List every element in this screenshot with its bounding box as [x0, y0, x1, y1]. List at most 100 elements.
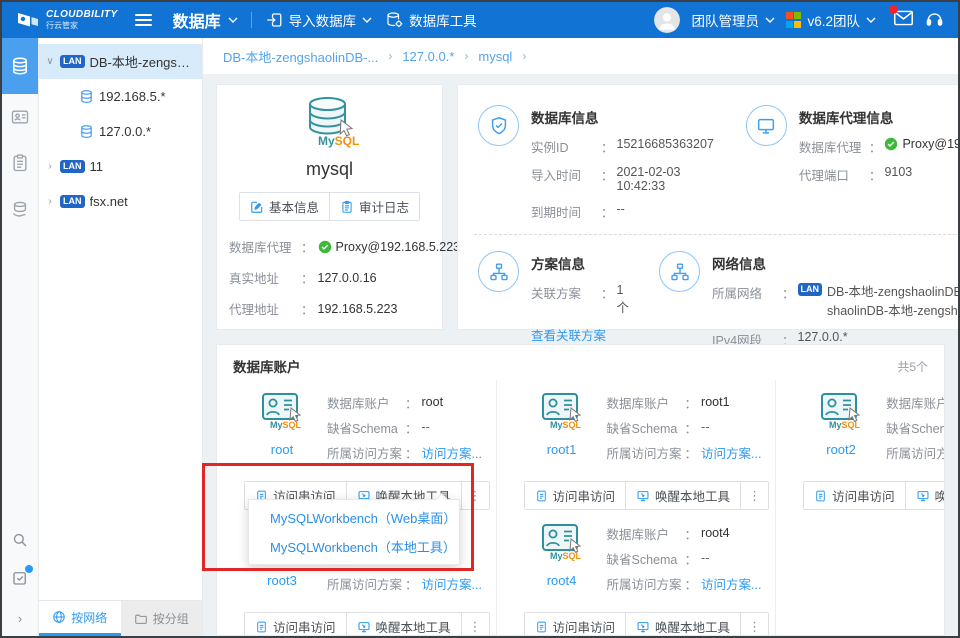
- account-actions: 访问串访问 唤醒本地工具 ⋮: [524, 612, 770, 635]
- sitemap-icon: [659, 251, 700, 292]
- tree-tabs: 按网络 按分组: [39, 600, 202, 636]
- database-icon: [79, 124, 94, 139]
- import-database-menu[interactable]: 导入数据库: [265, 10, 373, 30]
- caret-closed-icon[interactable]: ›: [45, 161, 55, 172]
- brand-logo[interactable]: CLOUDBILITY 行云管家: [16, 9, 118, 31]
- tree-node-fsx[interactable]: › LAN fsx.net: [39, 184, 202, 219]
- database-icon: [79, 89, 94, 104]
- audit-log-button[interactable]: 审计日志: [329, 193, 419, 220]
- lan-badge: LAN: [798, 283, 823, 296]
- tree-node-db-network[interactable]: ∨ LAN DB-本地-zengshaoli...: [39, 44, 202, 79]
- caret-open-icon[interactable]: ∨: [45, 56, 55, 67]
- proxy-value: Proxy@192.168.5.223: [902, 137, 958, 151]
- account-actions: 访问串访问 唤醒本地工具 ⋮: [244, 612, 490, 635]
- database-tools-icon: [385, 11, 403, 29]
- account-name[interactable]: root: [250, 442, 314, 457]
- wake-local-tool-button[interactable]: 唤醒本地工具: [905, 482, 944, 509]
- wake-local-tool-button[interactable]: 唤醒本地工具: [625, 613, 740, 635]
- edit-icon: [250, 200, 264, 214]
- more-actions-button[interactable]: ⋮: [461, 613, 489, 635]
- chevron-down-icon: [866, 17, 876, 23]
- shield-check-icon: [478, 105, 519, 146]
- more-actions-button[interactable]: ⋮: [740, 482, 768, 509]
- messages-button[interactable]: [893, 9, 914, 32]
- breadcrumb-subnet[interactable]: 127.0.0.*: [402, 49, 454, 64]
- mysql-account-icon: MySQL: [259, 392, 305, 430]
- team-label: v6.2团队: [807, 10, 860, 30]
- breadcrumb-network[interactable]: DB-本地-zengshaolinDB-...: [223, 47, 378, 66]
- account-name[interactable]: root3: [250, 573, 314, 588]
- user-avatar[interactable]: [654, 7, 680, 33]
- field-value: 192.168.5.223: [318, 302, 398, 316]
- status-ok-icon: [318, 240, 332, 254]
- account-name[interactable]: root4: [530, 573, 594, 588]
- user-role-menu[interactable]: 团队管理员: [691, 10, 775, 30]
- import-database-label: 导入数据库: [289, 10, 357, 30]
- tree-node-11[interactable]: › LAN 11: [39, 149, 202, 184]
- account-card-root1: MySQL root1 数据库账户：root1 缺省Schema：-- 所属访问…: [496, 380, 776, 511]
- feedback-button[interactable]: [2, 560, 38, 600]
- tab-by-network[interactable]: 按网络: [39, 601, 121, 636]
- basic-info-button[interactable]: 基本信息: [240, 193, 329, 220]
- breadcrumb-separator: ›: [464, 49, 468, 63]
- panel-db-info: 数据库信息 实例ID：15216685363207 导入时间：2021-02-0…: [458, 99, 726, 230]
- svg-text:MySQL: MySQL: [270, 420, 302, 430]
- account-name[interactable]: root1: [530, 442, 594, 457]
- hamburger-menu-icon[interactable]: [135, 14, 152, 26]
- app-window: CLOUDBILITY 行云管家 数据库 导入数据库 数据库工具 团队管理员: [0, 0, 960, 638]
- team-menu[interactable]: v6.2团队: [786, 10, 876, 30]
- audit-log-label: 审计日志: [359, 197, 409, 216]
- account-card-root: MySQL root 数据库账户：root 缺省Schema：-- 所属访问方案…: [217, 380, 496, 511]
- access-plan-link[interactable]: 访问方案...: [701, 443, 761, 462]
- tab-by-group[interactable]: 按分组: [121, 601, 203, 636]
- rail-item-databases[interactable]: [2, 38, 38, 94]
- lan-badge: LAN: [60, 160, 85, 173]
- tree-node-label: 192.168.5.*: [99, 89, 166, 104]
- team-grid-icon: [786, 12, 802, 28]
- database-hand-icon: [10, 199, 30, 219]
- tree-node-subnet-192[interactable]: 192.168.5.*: [39, 79, 202, 114]
- view-plans-link[interactable]: 查看关联方案: [531, 325, 606, 344]
- tool-dropdown-menu: MySQLWorkbench（Web桌面） MySQLWorkbench（本地工…: [248, 499, 460, 565]
- access-plan-link[interactable]: 访问方案...: [422, 443, 482, 462]
- nav-database-menu[interactable]: 数据库: [173, 8, 238, 32]
- proxy-field: 数据库代理 ： Proxy@192.168.5.223: [229, 237, 432, 256]
- account-name[interactable]: root2: [809, 442, 873, 457]
- svg-text:MySQL: MySQL: [550, 551, 582, 561]
- monitor-icon: [746, 105, 787, 146]
- user-role-label: 团队管理员: [691, 10, 759, 30]
- more-actions-button[interactable]: ⋮: [461, 482, 489, 509]
- database-overview-card: MySQL mysql 基本信息 审计日志: [216, 84, 443, 330]
- collapse-sidebar-button[interactable]: ›: [2, 600, 38, 636]
- access-string-button[interactable]: 访问串访问: [804, 482, 905, 509]
- folder-icon: [134, 612, 148, 626]
- rail-item-accounts[interactable]: [2, 94, 38, 140]
- menu-item-workbench-local[interactable]: MySQLWorkbench（本地工具）: [249, 532, 459, 561]
- rail-item-audit[interactable]: [2, 140, 38, 186]
- access-string-button[interactable]: 访问串访问: [525, 613, 626, 635]
- access-plan-link[interactable]: 访问方案...: [422, 574, 482, 593]
- account-value: root1: [701, 395, 730, 409]
- access-string-button[interactable]: 访问串访问: [245, 613, 346, 635]
- breadcrumb-database[interactable]: mysql: [478, 49, 512, 64]
- clipboard-icon: [10, 153, 30, 173]
- access-string-button[interactable]: 访问串访问: [525, 482, 626, 509]
- wake-local-tool-button[interactable]: 唤醒本地工具: [625, 482, 740, 509]
- more-actions-button[interactable]: ⋮: [740, 613, 768, 635]
- database-tools-menu[interactable]: 数据库工具: [385, 10, 477, 30]
- support-button[interactable]: [925, 9, 944, 32]
- rail-bottom: ›: [2, 520, 38, 636]
- local-tool-icon: [916, 489, 930, 503]
- search-button[interactable]: [2, 520, 38, 560]
- svg-text:MySQL: MySQL: [829, 420, 861, 430]
- menu-item-workbench-web[interactable]: MySQLWorkbench（Web桌面）: [249, 503, 459, 532]
- rail-item-db-service[interactable]: [2, 186, 38, 232]
- tree-node-subnet-127[interactable]: 127.0.0.*: [39, 114, 202, 149]
- caret-closed-icon[interactable]: ›: [45, 196, 55, 207]
- wake-local-tool-button[interactable]: 唤醒本地工具: [346, 613, 461, 635]
- panel-network-info: 网络信息 所属网络： LANDB-本地-zengshaolinDB-本地-zen…: [639, 245, 958, 358]
- cloudbility-logo-icon: [16, 9, 40, 31]
- access-plan-link[interactable]: 访问方案...: [701, 574, 761, 593]
- status-ok-icon: [884, 137, 898, 151]
- icon-rail: ›: [2, 38, 39, 636]
